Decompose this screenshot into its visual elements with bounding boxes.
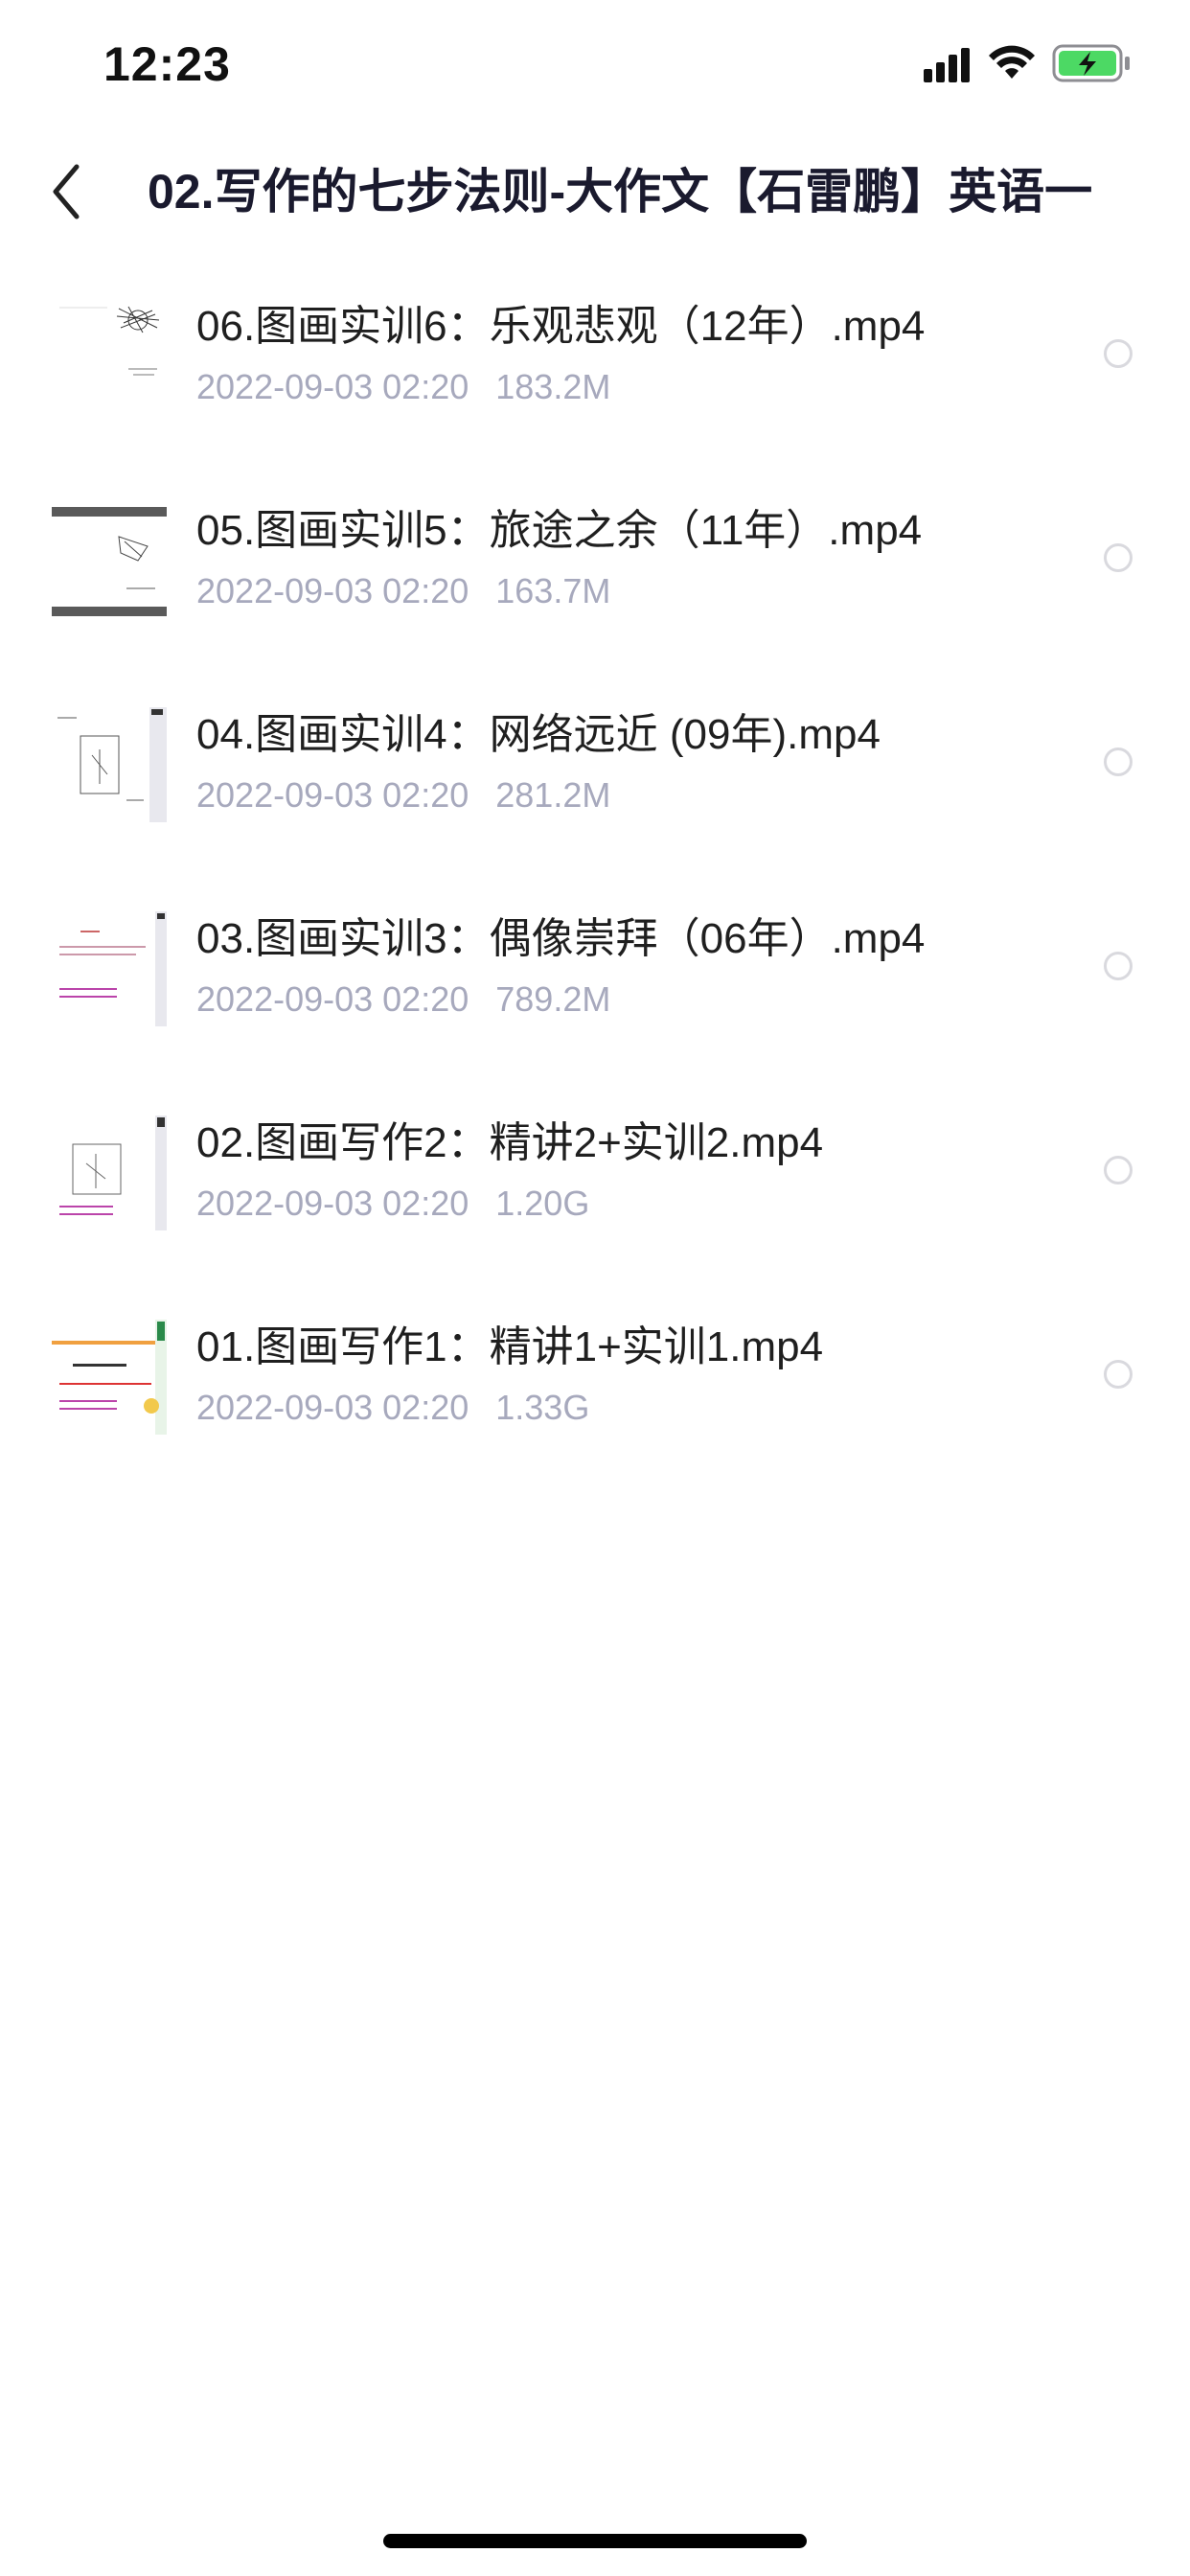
file-list: 06.图画实训6：乐观悲观（12年）.mp4 2022-09-03 02:20 1…: [0, 278, 1190, 1503]
screen: 12:23 02.写作的七步法则-大作文【石雷鹏】英语一 06.图画实训6：乐观…: [0, 0, 1190, 2576]
home-indicator[interactable]: [383, 2534, 807, 2548]
file-name: 06.图画实训6：乐观悲观（12年）.mp4: [196, 303, 926, 350]
file-meta: 2022-09-03 02:20 281.2M: [196, 774, 610, 816]
file-size: 1.33G: [495, 1388, 590, 1427]
select-radio[interactable]: [1104, 1360, 1133, 1389]
file-size: 281.2M: [495, 775, 611, 815]
file-row[interactable]: 03.图画实训3：偶像崇拜（06年）.mp4 2022-09-03 02:20 7…: [0, 890, 1190, 1094]
file-meta: 2022-09-03 02:20 163.7M: [196, 570, 610, 612]
back-button[interactable]: [29, 150, 105, 234]
file-date: 2022-09-03 02:20: [196, 571, 469, 610]
file-row[interactable]: 01.图画写作1：精讲1+实训1.mp4 2022-09-03 02:20 1.3…: [0, 1299, 1190, 1503]
file-row[interactable]: 02.图画写作2：精讲2+实训2.mp4 2022-09-03 02:20 1.2…: [0, 1094, 1190, 1299]
file-meta: 2022-09-03 02:20 1.20G: [196, 1183, 589, 1225]
file-row[interactable]: 06.图画实训6：乐观悲观（12年）.mp4 2022-09-03 02:20 1…: [0, 278, 1190, 482]
file-date: 2022-09-03 02:20: [196, 1184, 469, 1223]
file-date: 2022-09-03 02:20: [196, 775, 469, 815]
page-title: 02.写作的七步法则-大作文【石雷鹏】英语一: [148, 165, 1093, 218]
wifi-icon: [989, 45, 1035, 79]
file-size: 183.2M: [495, 367, 611, 406]
cellular-signal-icon: [924, 48, 970, 82]
file-size: 789.2M: [495, 979, 611, 1019]
file-size: 1.20G: [495, 1184, 590, 1223]
select-radio[interactable]: [1104, 339, 1133, 368]
chevron-left-icon: [53, 164, 80, 219]
file-name: 04.图画实训4：网络远近 (09年).mp4: [196, 711, 881, 758]
file-name: 02.图画写作2：精讲2+实训2.mp4: [196, 1119, 824, 1166]
video-thumbnail: [52, 707, 167, 822]
select-radio[interactable]: [1104, 1156, 1133, 1184]
file-meta: 2022-09-03 02:20 1.33G: [196, 1387, 589, 1429]
file-name: 03.图画实训3：偶像崇拜（06年）.mp4: [196, 915, 926, 962]
file-date: 2022-09-03 02:20: [196, 979, 469, 1019]
file-meta: 2022-09-03 02:20 789.2M: [196, 978, 610, 1021]
select-radio[interactable]: [1104, 748, 1133, 776]
video-thumbnail: [52, 1116, 167, 1230]
battery-charging-icon: [1052, 44, 1130, 82]
video-thumbnail: [52, 911, 167, 1026]
file-date: 2022-09-03 02:20: [196, 367, 469, 406]
file-row[interactable]: 04.图画实训4：网络远近 (09年).mp4 2022-09-03 02:20…: [0, 686, 1190, 890]
file-meta: 2022-09-03 02:20 183.2M: [196, 366, 610, 408]
file-size: 163.7M: [495, 571, 611, 610]
video-thumbnail: [52, 503, 167, 618]
video-thumbnail: [52, 1320, 167, 1435]
select-radio[interactable]: [1104, 543, 1133, 572]
file-row[interactable]: 05.图画实训5：旅途之余（11年）.mp4 2022-09-03 02:20 1…: [0, 482, 1190, 686]
nav-bar: 02.写作的七步法则-大作文【石雷鹏】英语一: [0, 134, 1190, 249]
file-name: 05.图画实训5：旅途之余（11年）.mp4: [196, 507, 923, 554]
status-bar: 12:23: [0, 0, 1190, 134]
file-date: 2022-09-03 02:20: [196, 1388, 469, 1427]
status-time: 12:23: [103, 37, 231, 91]
video-thumbnail: [52, 299, 167, 414]
select-radio[interactable]: [1104, 952, 1133, 980]
file-name: 01.图画写作1：精讲1+实训1.mp4: [196, 1323, 824, 1370]
